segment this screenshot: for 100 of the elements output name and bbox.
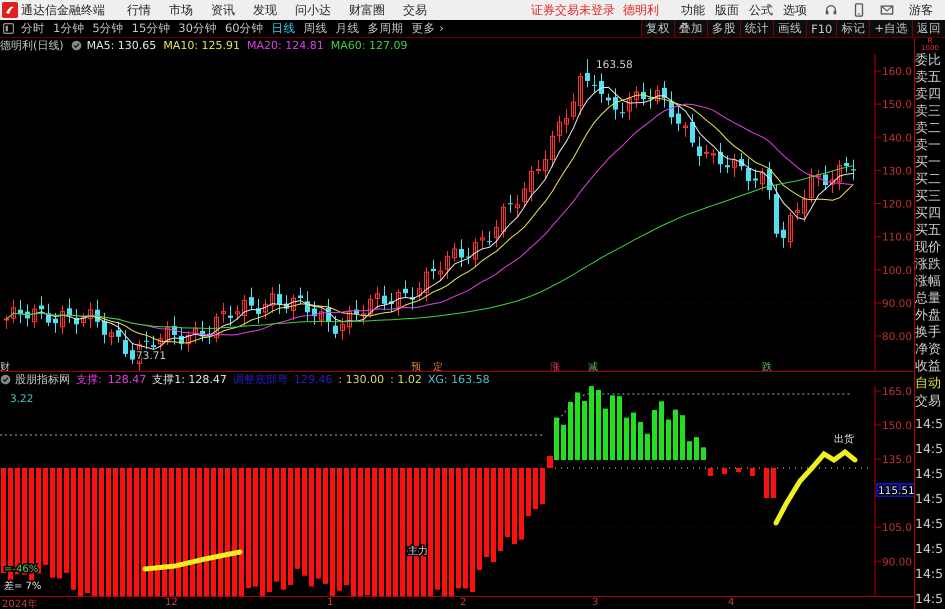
axis-label: 90.00 (882, 298, 912, 310)
axis-label: 150.0 (882, 99, 912, 112)
toolbar-button[interactable]: 返回 (912, 20, 945, 37)
toolbar-button[interactable]: 标记 (836, 20, 870, 37)
quote-label: 卖一 (915, 137, 942, 154)
trade-time: 14:5 (915, 465, 944, 483)
indicator-readout: 129.46 (294, 372, 332, 386)
toolbar-button[interactable]: 统计 (740, 20, 774, 37)
check-circle-icon[interactable] (0, 374, 11, 385)
trade-time: 14:5 (915, 440, 944, 458)
period-tab[interactable]: 多周期 (364, 21, 408, 36)
axis-label: 135.0 (882, 454, 912, 466)
period-tab[interactable]: 周线 (300, 21, 332, 36)
signal-label: 跌 (762, 362, 772, 372)
period-tab[interactable]: 分时 (17, 21, 49, 36)
ma-readout: MA10: 125.91 (163, 39, 240, 52)
menu-item[interactable]: 功能 (681, 2, 705, 18)
ma-readout: MA60: 127.09 (330, 39, 408, 52)
period-tab[interactable]: 30分钟 (174, 21, 221, 36)
quote-label: 卖二 (915, 120, 942, 137)
quote-label: 总量 (915, 290, 942, 307)
panel-toggle-icon[interactable] (3, 23, 14, 34)
axis-label: 80.00 (882, 330, 912, 343)
app-title: 通达信金融终端 (21, 2, 105, 18)
signal-label: 定 (433, 362, 443, 372)
period-tab[interactable]: 月线 (332, 21, 364, 36)
indicator-readout: : 1.02 (390, 372, 422, 386)
menu-item[interactable]: 问小达 (295, 2, 331, 18)
menu-item[interactable]: 财富圈 (349, 2, 385, 18)
time-axis-label: 4 (728, 597, 734, 608)
high-price-label: 163.58 (596, 58, 633, 71)
axis-label: 105.0 (882, 522, 912, 535)
toolbar-button[interactable]: 叠加 (674, 20, 708, 37)
quote-label: 涨跌 (915, 256, 942, 273)
toolbar-button[interactable]: 复权 (641, 20, 674, 37)
period-tab[interactable]: 日线 (268, 21, 300, 36)
annotation-label: 差= 7% (4, 581, 42, 592)
headset-icon[interactable] (824, 3, 838, 17)
axis-label: 100.0 (882, 264, 912, 277)
trade-time: 14:5 (915, 590, 944, 608)
login-notice: 证券交易未登录 (531, 2, 615, 18)
stock-name: 德明利 (623, 2, 659, 18)
menu-item[interactable]: 交易 (403, 2, 427, 18)
quote-label: 现价 (915, 239, 942, 256)
time-axis-label: 12 (165, 597, 178, 608)
quote-label: 卖三 (915, 103, 942, 120)
period-tab[interactable]: 1分钟 (49, 21, 88, 36)
quote-label: 卖五 (915, 69, 942, 86)
logo-icon (2, 2, 18, 18)
menu-item[interactable]: 发现 (253, 2, 277, 18)
check-circle-icon[interactable] (70, 40, 82, 52)
user-label[interactable]: 游客 (909, 2, 933, 18)
menu-item[interactable]: 资讯 (211, 2, 235, 18)
toolbar-button[interactable]: F10 (806, 20, 836, 37)
trade-time: 14:5 (915, 515, 944, 533)
quote-label: 净资 (915, 341, 942, 358)
quote-label: 买二 (915, 171, 942, 188)
menu-item[interactable]: 公式 (749, 2, 773, 18)
current-value-label: 115.51 (876, 483, 914, 498)
quote-label: 买一 (915, 154, 942, 171)
quote-label: 换手 (915, 324, 942, 341)
axis-label: 120.0 (882, 198, 912, 210)
quote-label: 外盘 (915, 307, 942, 324)
quote-label: 涨幅 (915, 273, 942, 290)
axis-label: 160.0 (882, 66, 912, 78)
axis-label: 130.0 (882, 165, 912, 178)
time-axis-label: 3 (592, 597, 598, 608)
trade-time: 14:5 (915, 490, 944, 508)
toolbar-button[interactable]: +自选 (869, 20, 912, 37)
menu-item[interactable]: 市场 (169, 2, 193, 18)
period-tab[interactable]: 更多 › (408, 21, 448, 36)
period-tab[interactable]: 5分钟 (88, 21, 128, 36)
time-axis-label: 1 (327, 597, 334, 608)
period-tab[interactable]: 15分钟 (128, 21, 174, 36)
menu-item[interactable]: 版面 (715, 2, 739, 18)
mode-label[interactable]: 自动 (915, 375, 945, 393)
quote-label: 买五 (915, 222, 942, 239)
axis-label: 165.0 (882, 386, 912, 398)
trade-time: 14:5 (915, 540, 944, 558)
phone-icon[interactable] (852, 3, 866, 17)
menu-item[interactable]: 选项 (783, 2, 807, 18)
indicator-readout: 调整底部弯 (232, 372, 288, 387)
trade-label[interactable]: 交易 (915, 393, 945, 411)
toolbar-button[interactable]: 画线 (773, 20, 806, 37)
indicator-value: 3.22 (10, 393, 34, 406)
indicator-title: 股朋指标网 (15, 372, 70, 387)
menu-item[interactable]: 行情 (127, 2, 151, 18)
indicator-readout: : 130.00 (338, 372, 384, 386)
annotation-label: 出货 (834, 434, 854, 446)
mail-icon[interactable] (880, 3, 894, 17)
axis-label: 90.00 (882, 556, 912, 569)
indicator-readout: XG: 163.58 (428, 372, 490, 386)
quote-label: 买三 (915, 188, 942, 205)
ma-readout: MA5: 130.65 (86, 39, 156, 52)
axis-label: 140.0 (882, 132, 912, 144)
toolbar-button[interactable]: 多股 (707, 20, 740, 37)
signal-label: 减 (588, 362, 598, 372)
period-tab[interactable]: 60分钟 (220, 21, 268, 36)
axis-label: 110.0 (882, 232, 912, 244)
signal-label: 涨 (550, 362, 560, 372)
